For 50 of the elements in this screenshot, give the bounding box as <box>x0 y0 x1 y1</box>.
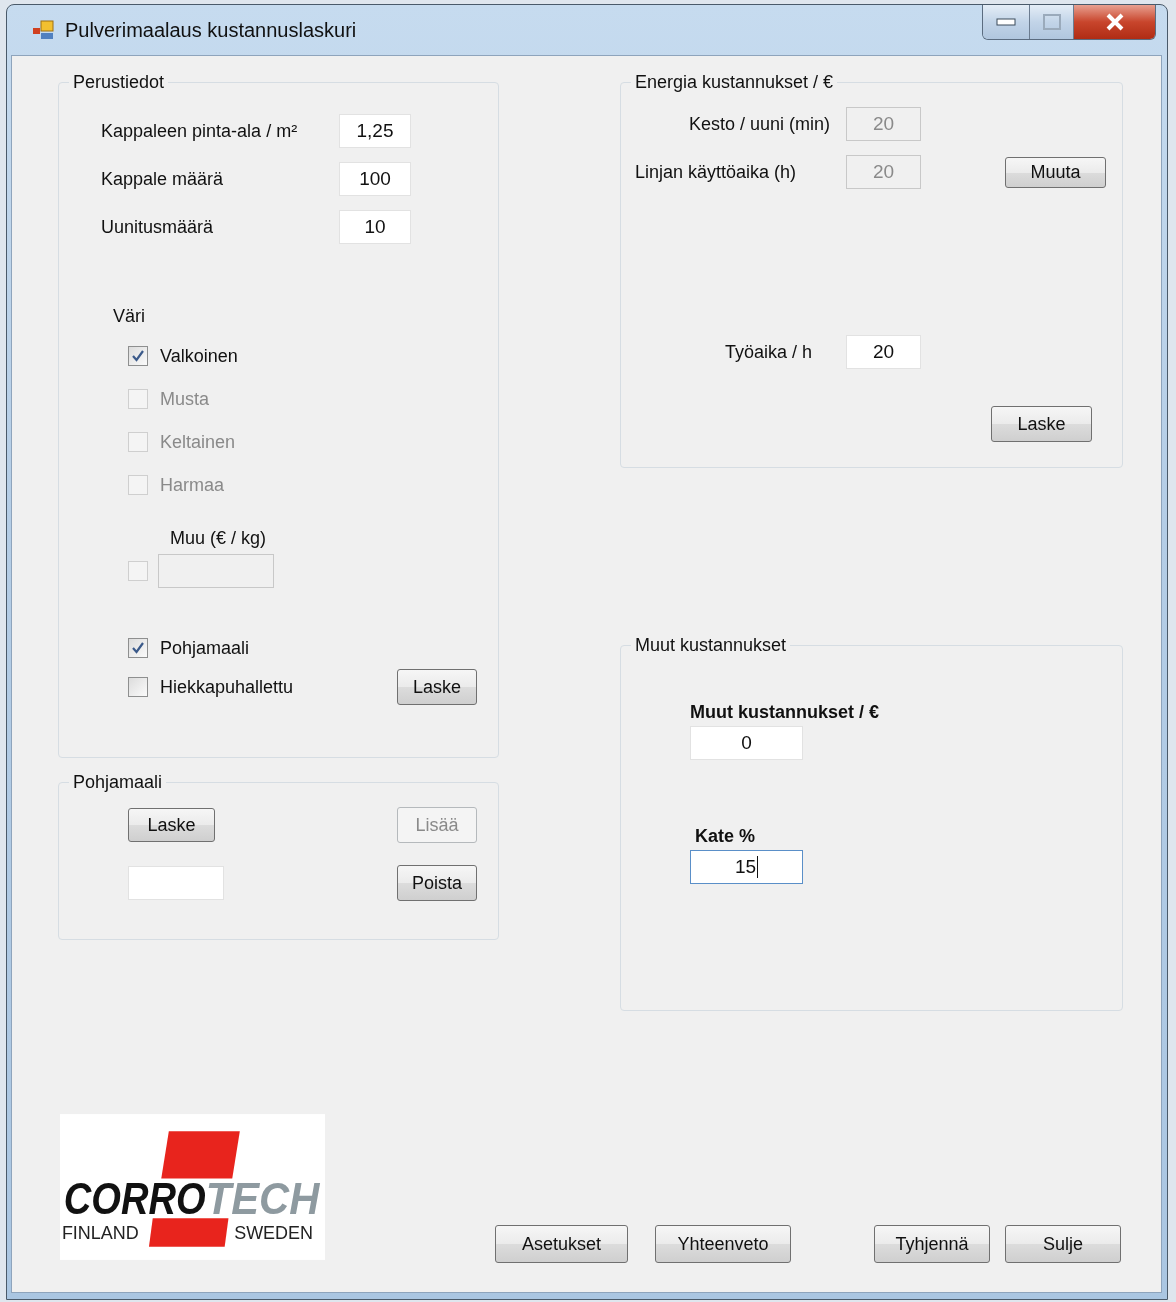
input-field[interactable] <box>128 866 224 900</box>
calculate-button[interactable]: Laske <box>128 808 215 842</box>
logo-text: SWEDEN <box>234 1223 313 1244</box>
maximize-button[interactable] <box>1029 5 1073 39</box>
checkbox[interactable] <box>128 346 148 366</box>
input-field[interactable]: 20 <box>846 335 921 369</box>
minimize-button[interactable] <box>983 5 1029 39</box>
field-label: Muut kustannukset / € <box>690 702 881 723</box>
section-label: Väri <box>113 306 146 327</box>
footer-button[interactable]: Asetukset <box>495 1225 628 1263</box>
input-field[interactable]: 15 <box>690 850 803 884</box>
input-field[interactable]: 0 <box>690 726 803 760</box>
maximize-icon <box>1042 14 1061 30</box>
footer-button[interactable]: Sulje <box>1005 1225 1121 1263</box>
field-label: Kesto / uuni (min) <box>688 113 830 135</box>
input-field[interactable]: 1,25 <box>339 114 411 148</box>
group-title: Perustiedot <box>72 72 166 93</box>
field-label: Kappale määrä <box>101 168 225 190</box>
group-title: Pohjamaali <box>72 772 164 793</box>
checkbox-label: Hiekkapuhallettu <box>160 676 294 698</box>
change-button[interactable]: Muuta <box>1005 156 1106 188</box>
remove-button[interactable]: Poista <box>397 865 477 901</box>
field-label: Kappaleen pinta-ala / m² <box>101 120 299 142</box>
checkbox-label: Pohjamaali <box>160 637 250 659</box>
close-icon <box>1104 13 1125 31</box>
app-icon <box>33 20 55 40</box>
field-label: Työaika / h <box>724 341 812 363</box>
footer-button[interactable]: Tyhjennä <box>874 1225 990 1263</box>
input-field[interactable]: 100 <box>339 162 411 196</box>
checkbox[interactable] <box>128 638 148 658</box>
group-title: Energia kustannukset / € <box>634 72 835 93</box>
field-label: Kate % <box>695 826 757 847</box>
checkbox-label: Musta <box>160 388 210 410</box>
checkbox-label: Keltainen <box>160 431 236 453</box>
calculate-button[interactable]: Laske <box>397 669 477 705</box>
checkbox[interactable] <box>128 677 148 697</box>
minimize-icon <box>996 18 1016 26</box>
window-title: Pulverimaalaus kustannuslaskuri <box>65 18 357 42</box>
field-label: Uunitusmäärä <box>101 216 215 238</box>
logo-text: TECH <box>205 1175 325 1224</box>
footer-button[interactable]: Yhteenveto <box>655 1225 791 1263</box>
calculate-button[interactable]: Laske <box>991 406 1092 442</box>
checkbox-label: Valkoinen <box>160 345 238 367</box>
field-label: Linjan käyttöaika (h) <box>635 161 797 183</box>
input-field[interactable]: 10 <box>339 210 411 244</box>
logo-text: FINLAND <box>61 1223 139 1244</box>
checkbox-label: Harmaa <box>160 474 225 496</box>
group-title: Muut kustannukset <box>634 635 788 656</box>
close-button[interactable] <box>1073 5 1155 39</box>
field-label: Muu (€ / kg) <box>170 528 268 549</box>
